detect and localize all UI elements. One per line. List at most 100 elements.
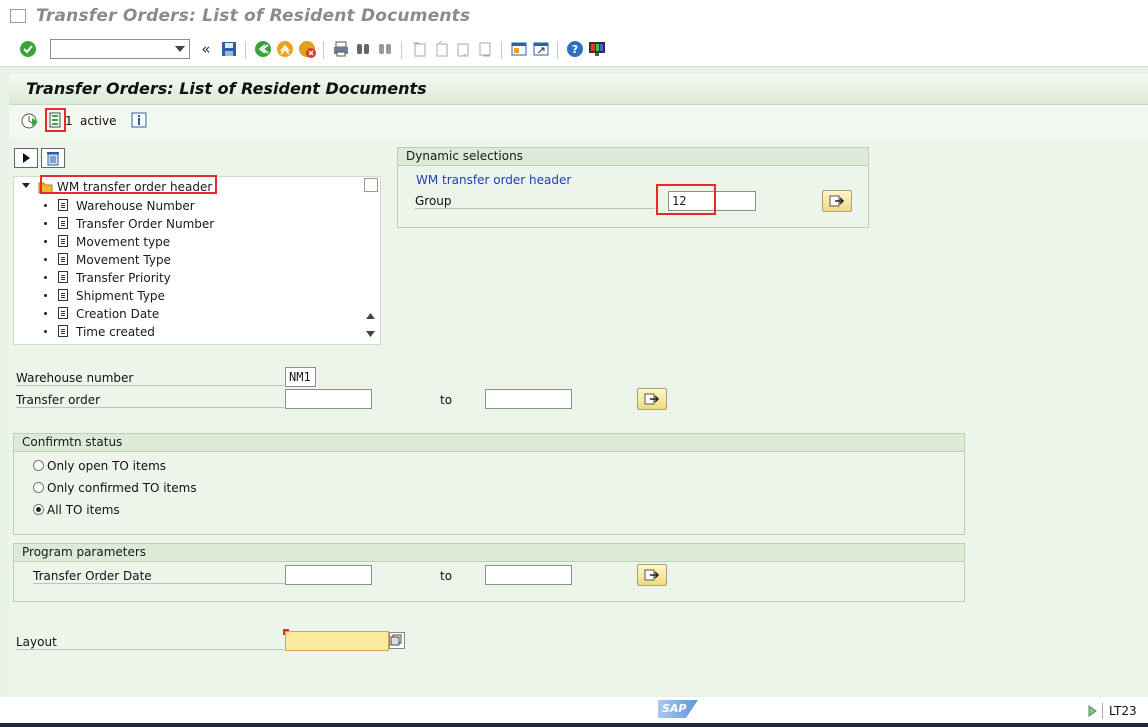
layout-field[interactable]	[285, 631, 389, 651]
exit-icon[interactable]	[275, 39, 295, 59]
previous-page-icon[interactable]	[431, 39, 451, 59]
bullet-icon	[44, 312, 47, 315]
window-title: Transfer Orders: List of Resident Docume…	[36, 6, 471, 26]
customize-layout-icon[interactable]	[587, 39, 607, 59]
value-help-icon	[390, 634, 402, 646]
active-label: active	[80, 114, 117, 128]
confirmation-status-group: Confirmtn status Only open TO items Only…	[13, 433, 965, 535]
tree-item-label: Time created	[76, 325, 155, 339]
transfer-order-multiple-selection-button[interactable]	[637, 388, 667, 410]
enter-icon[interactable]	[18, 39, 38, 59]
bullet-icon	[44, 294, 47, 297]
tree-item[interactable]: Creation Date	[14, 304, 354, 322]
tree-item[interactable]: Time created	[14, 322, 354, 340]
print-icon[interactable]	[331, 39, 351, 59]
transaction-code: LT23	[1109, 704, 1137, 718]
tree-item-label: Movement Type	[76, 253, 171, 267]
radio-all-items-label: All TO items	[47, 503, 120, 517]
bullet-icon	[44, 258, 47, 261]
bullet-icon	[44, 204, 47, 207]
transfer-order-date-label: Transfer Order Date	[33, 569, 285, 584]
bullet-icon	[44, 222, 47, 225]
transfer-order-to-field[interactable]	[485, 389, 572, 409]
next-page-icon[interactable]	[453, 39, 473, 59]
transfer-order-to-label: to	[440, 393, 453, 407]
scroll-up-icon[interactable]	[366, 313, 375, 319]
delete-button[interactable]	[41, 148, 65, 168]
tree-item[interactable]: Movement type	[14, 232, 354, 250]
tree-item[interactable]: Movement Type	[14, 250, 354, 268]
application-toolbar: 1 active	[9, 105, 1148, 137]
arrow-right-icon	[644, 569, 660, 581]
highlight-tree-root	[40, 175, 217, 194]
program-parameters-group: Program parameters Transfer Order Date t…	[13, 543, 965, 602]
transfer-order-date-multiple-selection-button[interactable]	[637, 564, 667, 586]
tree-item[interactable]: Transfer Order Number	[14, 214, 354, 232]
svg-text:?: ?	[572, 43, 578, 56]
bullet-icon	[44, 276, 47, 279]
document-icon	[58, 307, 68, 319]
last-page-icon[interactable]	[475, 39, 495, 59]
radio-confirmed-items[interactable]	[33, 482, 44, 493]
os-taskbar	[0, 723, 1148, 727]
chevron-down-icon[interactable]	[175, 46, 185, 52]
warehouse-label: Warehouse number	[16, 371, 284, 386]
take-over-button[interactable]	[14, 148, 38, 168]
tree-item-label: Shipment Type	[76, 289, 165, 303]
dynamic-selections-group: Dynamic selections WM transfer order hea…	[397, 147, 869, 228]
back-icon[interactable]	[253, 39, 273, 59]
tree-item-label: Transfer Priority	[76, 271, 171, 285]
radio-open-items[interactable]	[33, 460, 44, 471]
tree-item[interactable]: Transfer Priority	[14, 268, 354, 286]
scroll-down-icon[interactable]	[366, 331, 375, 337]
help-icon[interactable]: ?	[565, 39, 585, 59]
tree-checkbox[interactable]	[364, 178, 378, 192]
selection-tree: WM transfer order header Warehouse Numbe…	[13, 176, 381, 345]
save-icon[interactable]	[219, 39, 239, 59]
sap-logo: SAP	[658, 700, 698, 718]
group-label: Group	[415, 194, 655, 209]
transfer-order-date-from-field[interactable]	[285, 565, 372, 585]
tree-item[interactable]: Warehouse Number	[14, 196, 354, 214]
document-icon	[58, 235, 68, 247]
dynamic-subheading: WM transfer order header	[416, 173, 572, 187]
radio-all-items[interactable]	[33, 504, 44, 515]
info-icon[interactable]	[131, 112, 147, 131]
arrow-right-icon	[829, 195, 845, 207]
play-icon	[23, 153, 30, 163]
confirmation-status-title: Confirmtn status	[14, 434, 964, 452]
find-icon[interactable]	[353, 39, 373, 59]
tree-item[interactable]: Shipment Type	[14, 286, 354, 304]
warehouse-field[interactable]: NM1	[285, 367, 316, 387]
transfer-order-from-field[interactable]	[285, 389, 372, 409]
group-multiple-selection-button[interactable]	[822, 190, 852, 212]
status-expand-icon[interactable]	[1088, 705, 1097, 717]
transfer-order-date-to-field[interactable]	[485, 565, 572, 585]
document-icon	[58, 199, 68, 211]
program-parameters-title: Program parameters	[14, 544, 964, 562]
required-marker	[283, 629, 289, 635]
new-session-icon[interactable]	[509, 39, 529, 59]
document-icon	[58, 217, 68, 229]
document-icon	[58, 253, 68, 265]
tree-item-label: Movement type	[76, 235, 171, 249]
find-next-icon[interactable]	[375, 39, 395, 59]
bullet-icon	[44, 240, 47, 243]
page-header: Transfer Orders: List of Resident Docume…	[9, 74, 1148, 105]
back-double-icon[interactable]: «	[196, 39, 216, 59]
value-help-button[interactable]	[389, 632, 405, 649]
cancel-icon[interactable]	[297, 39, 317, 59]
tree-item-label: Creation Date	[76, 307, 160, 321]
execute-icon[interactable]	[21, 112, 39, 133]
shortcut-icon[interactable]	[531, 39, 551, 59]
first-page-icon[interactable]	[409, 39, 429, 59]
title-bar: Transfer Orders: List of Resident Docume…	[0, 0, 1148, 34]
chevron-down-icon[interactable]	[22, 183, 30, 189]
command-field[interactable]	[50, 39, 190, 59]
tree-item-label: Warehouse Number	[76, 199, 195, 213]
window-menu-icon[interactable]	[10, 9, 26, 23]
transfer-order-date-to-label: to	[440, 569, 453, 583]
document-icon	[58, 325, 68, 337]
radio-open-items-label: Only open TO items	[47, 459, 167, 473]
layout-label: Layout	[16, 635, 284, 650]
